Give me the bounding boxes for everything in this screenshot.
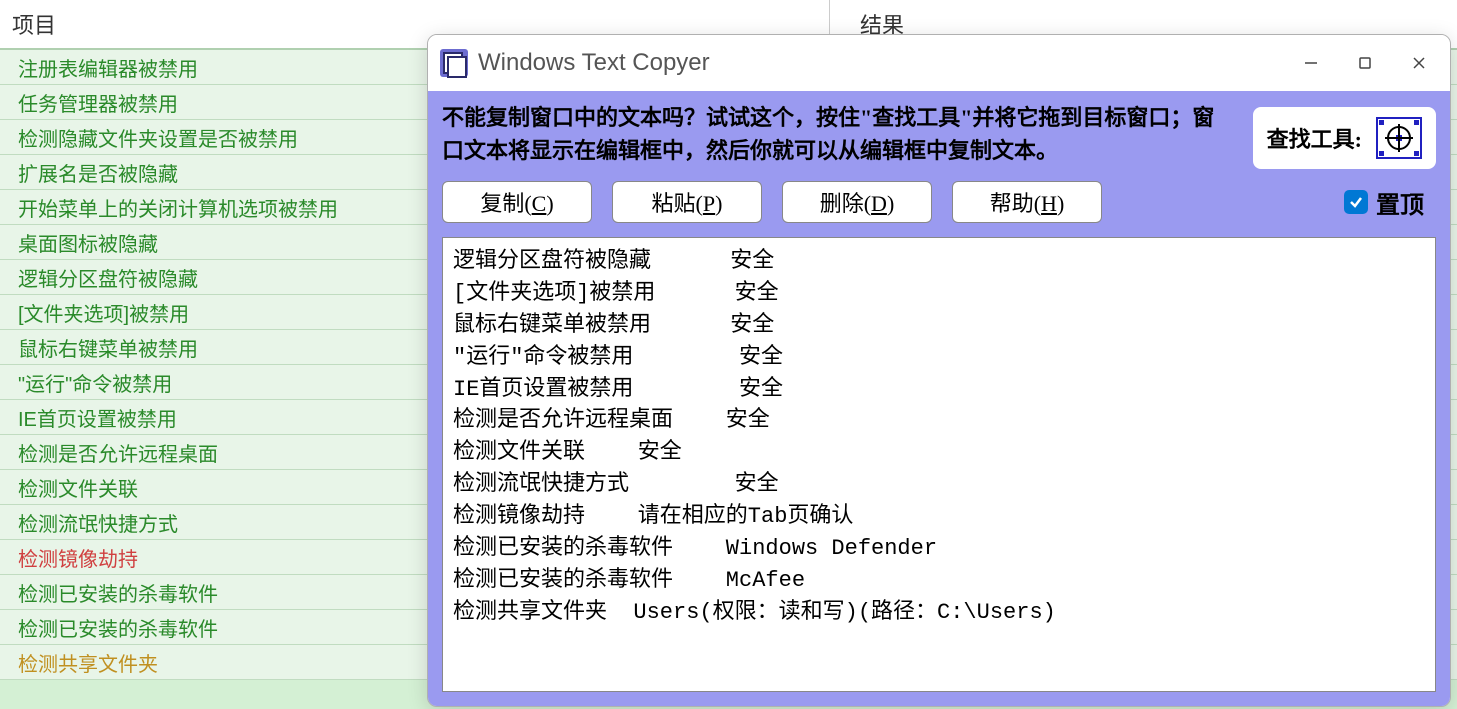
textarea-wrap bbox=[428, 237, 1450, 706]
paste-button[interactable]: 粘贴(P) bbox=[612, 181, 762, 223]
finder-crosshair-icon[interactable] bbox=[1376, 117, 1422, 159]
titlebar[interactable]: Windows Text Copyer bbox=[428, 35, 1450, 91]
copy-button[interactable]: 复制(C) bbox=[442, 181, 592, 223]
minimize-button[interactable] bbox=[1284, 43, 1338, 83]
pin-top-checkbox[interactable] bbox=[1344, 190, 1368, 214]
app-icon bbox=[440, 49, 468, 77]
pin-top-label: 置顶 bbox=[1376, 185, 1424, 220]
output-textarea[interactable] bbox=[442, 237, 1436, 692]
delete-button[interactable]: 删除(D) bbox=[782, 181, 932, 223]
find-tool-label: 查找工具: bbox=[1267, 122, 1362, 154]
instructions-text: 不能复制窗口中的文本吗？试试这个，按住"查找工具"并将它拖到目标窗口；窗口文本将… bbox=[442, 101, 1233, 167]
maximize-button[interactable] bbox=[1338, 43, 1392, 83]
find-tool-box: 查找工具: bbox=[1253, 107, 1436, 169]
pin-top-wrap: 置顶 bbox=[1344, 185, 1436, 220]
close-button[interactable] bbox=[1392, 43, 1446, 83]
window-title: Windows Text Copyer bbox=[478, 49, 1284, 77]
text-copyer-window: Windows Text Copyer 不能复制窗口中的文本吗？试试这个，按住"… bbox=[427, 34, 1451, 707]
toolbar-panel: 不能复制窗口中的文本吗？试试这个，按住"查找工具"并将它拖到目标窗口；窗口文本将… bbox=[428, 91, 1450, 237]
help-button[interactable]: 帮助(H) bbox=[952, 181, 1102, 223]
